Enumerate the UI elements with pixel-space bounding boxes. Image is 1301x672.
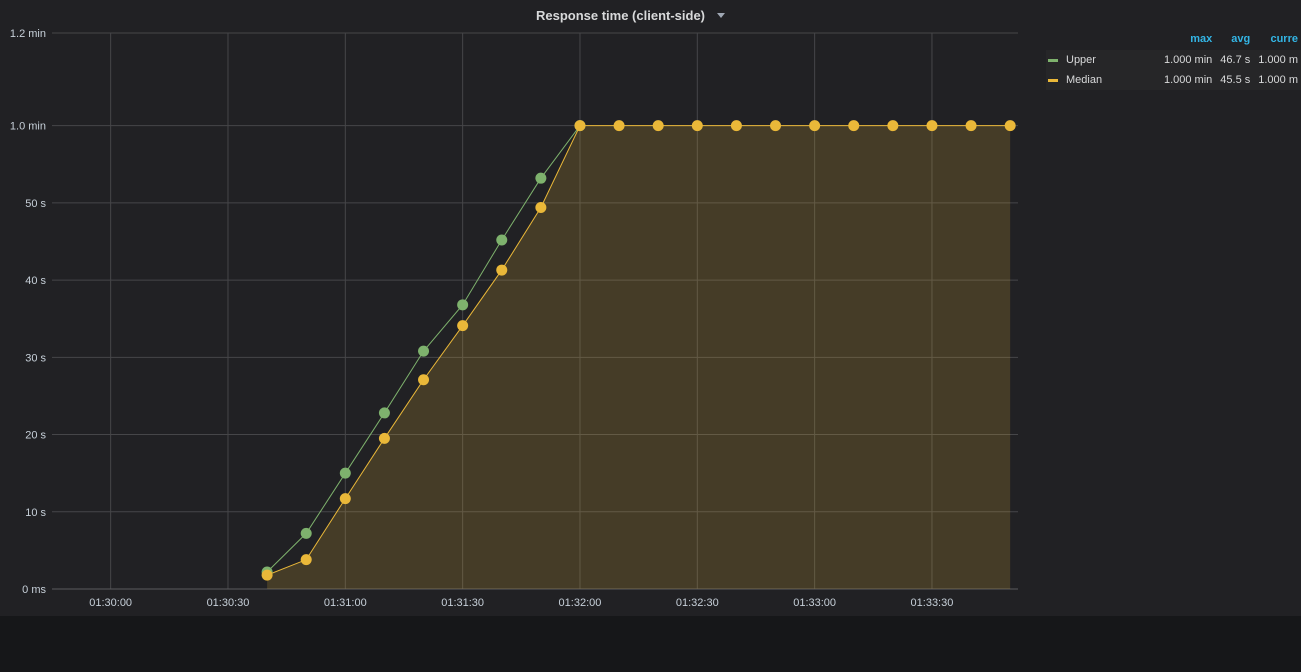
data-point-upper <box>496 234 508 246</box>
data-point-upper <box>535 172 547 184</box>
data-point-median <box>809 120 821 132</box>
x-tick-label: 01:33:30 <box>911 597 954 609</box>
legend-header-avg[interactable]: avg <box>1220 30 1258 50</box>
data-point-median <box>378 432 390 444</box>
x-tick-label: 01:32:00 <box>559 597 602 609</box>
data-point-median <box>535 202 547 214</box>
y-tick-label: 10 s <box>25 507 46 519</box>
legend-table: max avg curre Upper 1.000 min 46.7 s 1.0… <box>1046 30 1301 90</box>
y-axis-labels: 0 ms 10 s 20 s 30 s 40 s 50 s 1.0 min 1.2 min <box>10 28 47 596</box>
median-swatch-icon[interactable] <box>1048 78 1058 82</box>
legend-median-max: 1.000 min <box>1163 74 1213 86</box>
data-point-median <box>261 569 273 581</box>
data-point-median <box>848 120 860 132</box>
data-point-median <box>730 120 742 132</box>
data-point-median <box>965 120 977 132</box>
legend-series-median[interactable]: Median <box>1046 70 1164 90</box>
data-point-upper <box>457 299 469 311</box>
y-tick-label: 1.2 min <box>10 28 46 40</box>
response-time-chart: 0 ms 10 s 20 s 30 s 40 s 50 s 1.0 min 1.2 min 0… <box>10 28 1018 609</box>
data-point-upper <box>418 345 430 357</box>
legend-median-avg: 45.5 s <box>1220 74 1251 86</box>
legend-row-median[interactable]: Median 1.000 min 45.5 s 1.000 m <box>1046 70 1301 90</box>
y-tick-label: 20 s <box>25 430 46 442</box>
y-tick-label: 1.0 min <box>10 121 46 133</box>
y-tick-label: 30 s <box>25 352 46 364</box>
data-point-median <box>1004 120 1016 132</box>
graph-panel: Response time (client-side) 0 ms 10 s 20 s… <box>0 0 1301 616</box>
data-point-upper <box>300 527 312 539</box>
data-point-median <box>418 374 430 386</box>
data-point-median <box>613 120 625 132</box>
x-tick-label: 01:31:30 <box>441 597 484 609</box>
y-tick-label: 0 ms <box>22 584 46 596</box>
data-point-median <box>300 554 312 566</box>
data-point-upper <box>339 467 351 479</box>
legend-header-current[interactable]: curre <box>1258 30 1301 50</box>
data-point-median <box>770 120 782 132</box>
legend-series-upper[interactable]: Upper <box>1046 50 1164 70</box>
x-tick-label: 01:30:00 <box>89 597 132 609</box>
data-point-median <box>574 120 586 132</box>
data-point-median <box>457 320 469 332</box>
x-tick-label: 01:30:30 <box>207 597 250 609</box>
data-point-median <box>339 493 351 505</box>
data-point-median <box>496 264 508 276</box>
data-point-median <box>887 120 899 132</box>
x-tick-label: 01:32:30 <box>676 597 719 609</box>
data-point-median <box>926 120 938 132</box>
legend-row-upper[interactable]: Upper 1.000 min 46.7 s 1.000 m <box>1046 50 1301 70</box>
data-point-median <box>691 120 703 132</box>
legend-upper-avg: 46.7 s <box>1220 54 1251 66</box>
legend-upper-max: 1.000 min <box>1163 54 1213 66</box>
legend-upper-current: 1.000 m <box>1258 54 1298 66</box>
y-tick-label: 40 s <box>25 275 46 287</box>
data-point-median <box>652 120 664 132</box>
legend-label-median: Median <box>1066 74 1103 86</box>
legend-median-current: 1.000 m <box>1258 74 1298 86</box>
legend-label-upper: Upper <box>1066 54 1096 66</box>
data-point-upper <box>378 407 390 419</box>
legend-header-max[interactable]: max <box>1164 30 1220 50</box>
upper-swatch-icon[interactable] <box>1048 58 1058 62</box>
x-tick-label: 01:31:00 <box>324 597 367 609</box>
x-axis-labels: 01:30:00 01:30:30 01:31:00 01:31:30 01:32:00… <box>89 597 953 609</box>
legend: max avg curre Upper 1.000 min 46.7 s 1.0… <box>1046 30 1301 90</box>
x-tick-label: 01:33:00 <box>793 597 836 609</box>
y-tick-label: 50 s <box>25 198 46 210</box>
